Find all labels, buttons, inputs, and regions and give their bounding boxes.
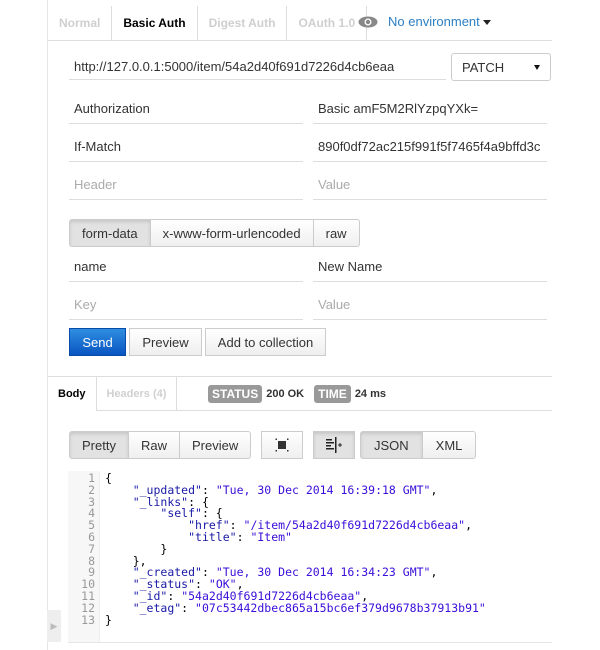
view-preview-button[interactable]: Preview <box>179 431 252 459</box>
body-type-raw[interactable]: raw <box>313 219 360 247</box>
response-body-code[interactable]: 1 2 3 4 5 6 7 8 9 10 11 12 13 { "_updated": "Tue, 30… <box>68 471 552 642</box>
sidebar-toggle[interactable]: ▶ <box>47 610 61 642</box>
caret-down-icon <box>482 20 491 26</box>
code-line: "_etag": "07c53442dbec865a15bc6ef379d967… <box>132 600 486 615</box>
form-key-input[interactable] <box>69 252 303 282</box>
tab-response-body[interactable]: Body <box>48 377 97 411</box>
header-row <box>69 94 547 124</box>
header-value-input[interactable] <box>313 94 547 124</box>
form-row-empty <box>69 290 547 320</box>
tab-digest-auth[interactable]: Digest Auth <box>198 6 288 40</box>
wrap-lines-icon <box>326 437 342 453</box>
view-pretty-button[interactable]: Pretty <box>69 431 129 459</box>
eye-icon <box>358 16 378 28</box>
line-number-gutter: 1 2 3 4 5 6 7 8 9 10 11 12 13 <box>68 471 100 642</box>
divider <box>68 642 552 643</box>
format-group: JSON XML <box>360 431 477 459</box>
code-line: } <box>105 612 112 627</box>
environment-selector[interactable]: No environment <box>358 14 491 29</box>
wrap-lines-button[interactable] <box>313 431 355 459</box>
view-raw-button[interactable]: Raw <box>128 431 180 459</box>
preview-button[interactable]: Preview <box>129 328 202 356</box>
tab-basic-auth[interactable]: Basic Auth <box>111 6 198 40</box>
header-key-input[interactable] <box>69 94 303 124</box>
view-mode-group: Pretty Raw Preview <box>69 431 252 459</box>
method-select[interactable]: PATCH <box>451 53 551 81</box>
form-key-input[interactable] <box>69 290 303 320</box>
sidebar-edge <box>47 0 48 650</box>
method-value: PATCH <box>462 59 505 75</box>
tab-response-headers[interactable]: Headers (4) <box>97 377 178 411</box>
body-type-form-data[interactable]: form-data <box>69 219 151 247</box>
line-number: 13 <box>81 612 95 627</box>
body-type-urlencoded[interactable]: x-www-form-urlencoded <box>150 219 314 247</box>
caret-down-icon <box>534 64 540 70</box>
status-badge: STATUS <box>208 385 263 403</box>
header-key-input[interactable] <box>69 170 303 200</box>
auth-tabs: Normal Basic Auth Digest Auth OAuth 1.0 <box>48 6 368 40</box>
form-value-input[interactable] <box>313 252 547 282</box>
tab-normal[interactable]: Normal <box>48 6 113 40</box>
divider <box>48 40 552 41</box>
url-input[interactable] <box>69 54 446 80</box>
header-value-input[interactable] <box>313 170 547 200</box>
form-value-input[interactable] <box>313 290 547 320</box>
time-value: 24 ms <box>354 388 387 400</box>
play-icon: ▶ <box>50 620 58 631</box>
status-value: 200 OK <box>266 388 305 400</box>
form-row <box>69 252 547 282</box>
fullscreen-icon <box>275 438 289 452</box>
send-button[interactable]: Send <box>69 328 126 356</box>
add-to-collection-button[interactable]: Add to collection <box>205 328 326 356</box>
header-value-input[interactable] <box>313 132 547 162</box>
response-tabs: Body Headers (4) <box>48 377 178 411</box>
divider <box>97 410 552 411</box>
response-meta: STATUS 200 OK TIME 24 ms <box>208 385 396 403</box>
tab-oauth[interactable]: OAuth 1.0 <box>287 6 368 40</box>
body-type-group: form-data x-www-form-urlencoded raw <box>69 219 360 247</box>
header-row-empty <box>69 170 547 200</box>
environment-label: No environment <box>388 14 491 29</box>
time-badge: TIME <box>314 385 351 403</box>
environment-name: No environment <box>388 14 480 29</box>
format-xml-button[interactable]: XML <box>422 431 477 459</box>
fullscreen-button[interactable] <box>261 431 303 459</box>
format-json-button[interactable]: JSON <box>360 431 423 459</box>
header-row <box>69 132 547 162</box>
header-key-input[interactable] <box>69 132 303 162</box>
